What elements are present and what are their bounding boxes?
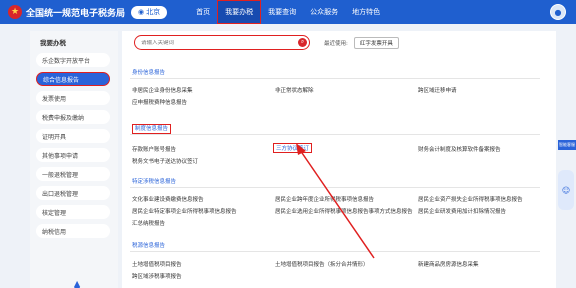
location-icon: ◉ [138,8,145,16]
nav-public-service[interactable]: 公众服务 [303,0,345,24]
robot-assistant-icon[interactable]: ☺ [558,170,574,210]
nav-home[interactable]: 首页 [189,0,217,24]
service-link[interactable]: 财务会计制度及核算软件备案报告 [418,145,501,153]
tripartite-agreement-link[interactable]: 三方协议签订 [273,143,313,153]
main-nav: 首页 我要办税 我要查询 公众服务 地方特色 [189,0,387,24]
sidebar-item[interactable]: 乐企数字开放平台 [36,53,110,67]
service-link[interactable]: 居民企业资产损失企业所得税事项信息报告 [418,195,523,203]
app-title: 全国统一规范电子税务局 [26,8,126,19]
sidebar-item[interactable]: 出口退税管理 [36,186,110,200]
service-link[interactable]: 新建商品房房源信息采集 [418,260,479,268]
sidebar-item[interactable]: 发票使用 [36,91,110,105]
main-panel: ⌕ 最近使用: 红字发票开具 身份信息报告 非居民企业身份信息采集 非正常状态解… [122,31,556,288]
sidebar-item[interactable]: 一般退税管理 [36,167,110,181]
section-title: 身份信息报告 [130,66,540,79]
search-row: ⌕ 最近使用: 红字发票开具 [134,35,399,50]
nav-tax-handling[interactable]: 我要办税 [217,0,262,24]
section-title: 特定涉税信息报告 [130,175,540,188]
section-title: 制度信息报告 [130,122,540,135]
recent-label: 最近使用: [324,40,348,47]
service-link[interactable]: 非居民企业身份信息采集 [132,86,193,94]
sidebar: 我要办税 乐企数字开放平台 综合信息报告 发票使用 税费申报及缴纳 证明开具 其… [30,31,118,288]
service-link[interactable]: 应申报税费种信息报告 [132,98,187,106]
service-link[interactable]: 税务文书电子送达协议签订 [132,157,198,165]
sidebar-title: 我要办税 [40,39,66,47]
sidebar-item[interactable]: 税费申报及缴纳 [36,110,110,124]
section-system: 制度信息报告 存款账户账号报告 三方协议签订 财务会计制度及核算软件备案报告 税… [130,122,540,165]
scroll-arrows-icon[interactable]: ▲▼ [74,280,80,288]
region-label: 北京 [146,8,161,16]
nav-query[interactable]: 我要查询 [261,0,303,24]
service-link[interactable]: 居民企业特定事项企业所得税事项信息报告 [132,207,237,215]
service-link[interactable]: 汇总纳税报告 [132,219,165,227]
service-link[interactable]: 土地增值税项目报告 [132,260,182,268]
section-title: 税源信息报告 [130,239,540,252]
service-link[interactable]: 非正常状态解除 [275,86,314,94]
search-icon[interactable]: ⌕ [298,37,307,47]
service-link[interactable]: 居民企业研发费用加计扣除情况报告 [418,207,506,215]
sidebar-item-active[interactable]: 综合信息报告 [36,72,110,86]
sidebar-item[interactable]: 核定管理 [36,205,110,219]
nav-local-features[interactable]: 地方特色 [345,0,387,24]
service-link[interactable]: 跨区域涉税事项报告 [132,272,182,280]
service-link[interactable]: 文化事业建设费缴费信息报告 [132,195,204,203]
search-box[interactable]: ⌕ [134,35,310,50]
tax-emblem-icon: ★ [8,5,22,19]
section-tax-source: 税源信息报告 土地增值税项目报告 土地增值税项目报告（拆分合并情形） 新建商品房… [130,239,540,280]
customer-service-badge[interactable]: 智能客服 [558,140,576,150]
search-input[interactable] [141,39,291,46]
service-link[interactable]: 居民企业跨年度企业所得税事项信息报告 [275,195,374,203]
sidebar-item[interactable]: 其他事项申请 [36,148,110,162]
service-link[interactable]: 土地增值税项目报告（拆分合并情形） [275,260,369,268]
service-link[interactable]: 跨区域迁移申请 [418,86,457,94]
sidebar-item[interactable]: 证明开具 [36,129,110,143]
region-selector[interactable]: ◉ 北京 [131,5,168,19]
section-identity: 身份信息报告 非居民企业身份信息采集 非正常状态解除 跨区域迁移申请 应申报税费… [130,66,540,106]
user-avatar-icon[interactable]: ● [550,4,566,20]
recent-tag[interactable]: 红字发票开具 [353,36,399,49]
service-link[interactable]: 存款账户账号报告 [132,145,176,153]
section-specific: 特定涉税信息报告 文化事业建设费缴费信息报告 居民企业跨年度企业所得税事项信息报… [130,175,540,227]
sidebar-item[interactable]: 纳税信用 [36,224,110,238]
service-link[interactable]: 居民企业选用企业所得税事项信息报告事项方式信息报告 [275,207,413,215]
top-header: ★ 全国统一规范电子税务局 ◉ 北京 首页 我要办税 我要查询 公众服务 地方特… [0,0,576,24]
